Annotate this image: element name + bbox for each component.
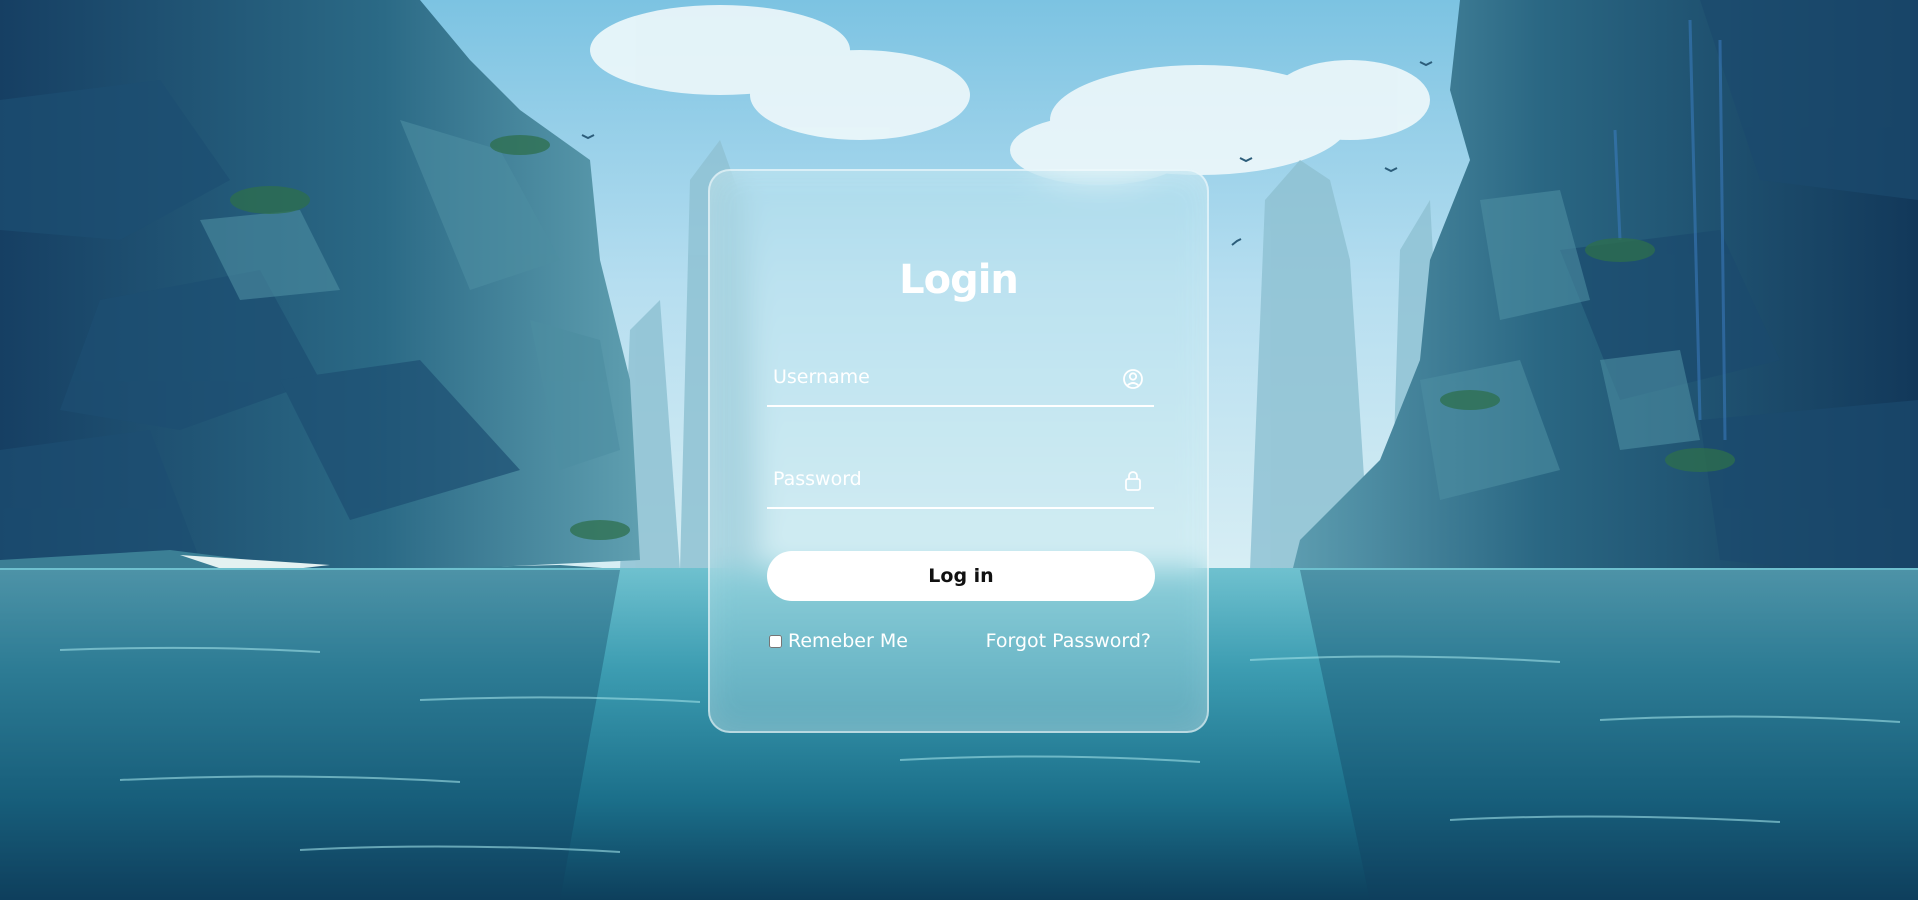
username-field <box>767 353 1154 407</box>
remember-me-label: Remeber Me <box>788 630 908 652</box>
login-card: Login Log in Remeber <box>708 169 1209 733</box>
log-in-button[interactable]: Log in <box>767 551 1155 601</box>
password-input[interactable] <box>767 455 1107 503</box>
remember-me-checkbox[interactable] <box>769 634 782 648</box>
user-circle-icon <box>1122 367 1144 391</box>
username-input[interactable] <box>767 353 1107 401</box>
lock-icon <box>1122 469 1144 493</box>
password-field <box>767 455 1154 509</box>
login-page: Login Log in Remeber <box>0 0 1918 900</box>
forgot-password-link[interactable]: Forgot Password? <box>986 630 1151 652</box>
login-title: Login <box>899 257 1019 303</box>
remember-me[interactable]: Remeber Me <box>767 630 908 652</box>
